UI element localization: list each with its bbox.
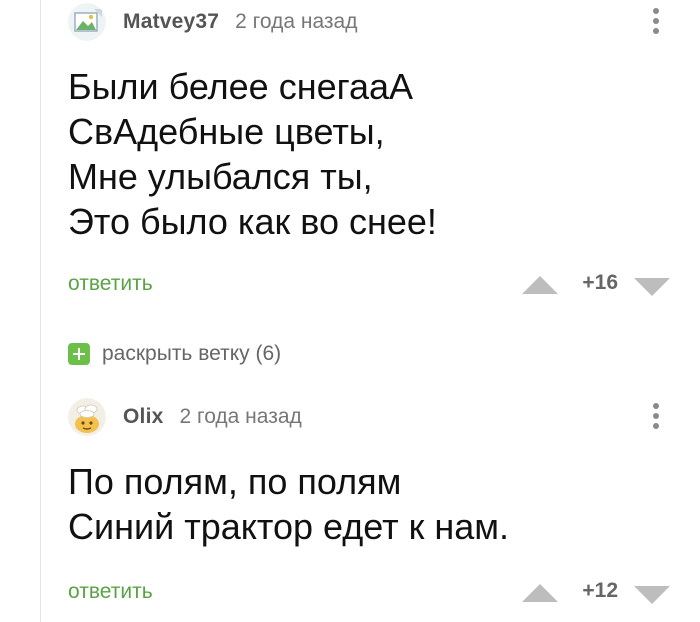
comment-line: Были белее снегааА (68, 66, 414, 107)
timestamp[interactable]: 2 года назад (235, 10, 357, 34)
comment-line: Синий трактор едет к нам. (68, 506, 509, 547)
comment-line: СвАдебные цветы, (68, 111, 385, 152)
username[interactable]: Matvey37 (123, 10, 219, 34)
expand-branch-button[interactable]: раскрыть ветку (6) (68, 342, 281, 366)
more-options-icon[interactable] (652, 403, 660, 433)
expand-branch-label: раскрыть ветку (6) (102, 342, 282, 365)
cartoon-avatar-icon (68, 398, 106, 436)
username[interactable]: Olix (123, 405, 163, 429)
rating: +12 (582, 579, 618, 602)
plus-icon (68, 343, 90, 365)
reply-link[interactable]: ответить (68, 580, 153, 604)
thread-line (40, 0, 41, 622)
broken-image-icon (68, 3, 106, 41)
more-options-icon[interactable] (652, 8, 660, 38)
comment-text: Были белее снегааА СвАдебные цветы, Мне … (68, 64, 688, 244)
rating: +16 (582, 271, 618, 294)
comment-header: Olix 2 года назад (68, 395, 688, 439)
upvote-icon[interactable] (522, 584, 558, 602)
comment-header: Matvey37 2 года назад (68, 0, 688, 44)
comment: Matvey37 2 года назад Были белее снегааА… (68, 0, 688, 304)
timestamp[interactable]: 2 года назад (179, 405, 301, 429)
upvote-icon[interactable] (522, 276, 558, 294)
comment: Olix 2 года назад По полям, по полям Син… (68, 395, 688, 612)
comment-line: Мне улыбался ты, (68, 156, 373, 197)
comment-footer: ответить +16 (68, 264, 688, 304)
downvote-icon[interactable] (634, 278, 670, 296)
comment-footer: ответить +12 (68, 572, 688, 612)
avatar[interactable] (68, 3, 106, 41)
comment-text: По полям, по полям Синий трактор едет к … (68, 459, 688, 549)
reply-link[interactable]: ответить (68, 272, 153, 296)
downvote-icon[interactable] (634, 586, 670, 604)
comment-line: По полям, по полям (68, 461, 402, 502)
comment-line: Это было как во снее! (68, 201, 437, 242)
avatar[interactable] (68, 398, 106, 436)
